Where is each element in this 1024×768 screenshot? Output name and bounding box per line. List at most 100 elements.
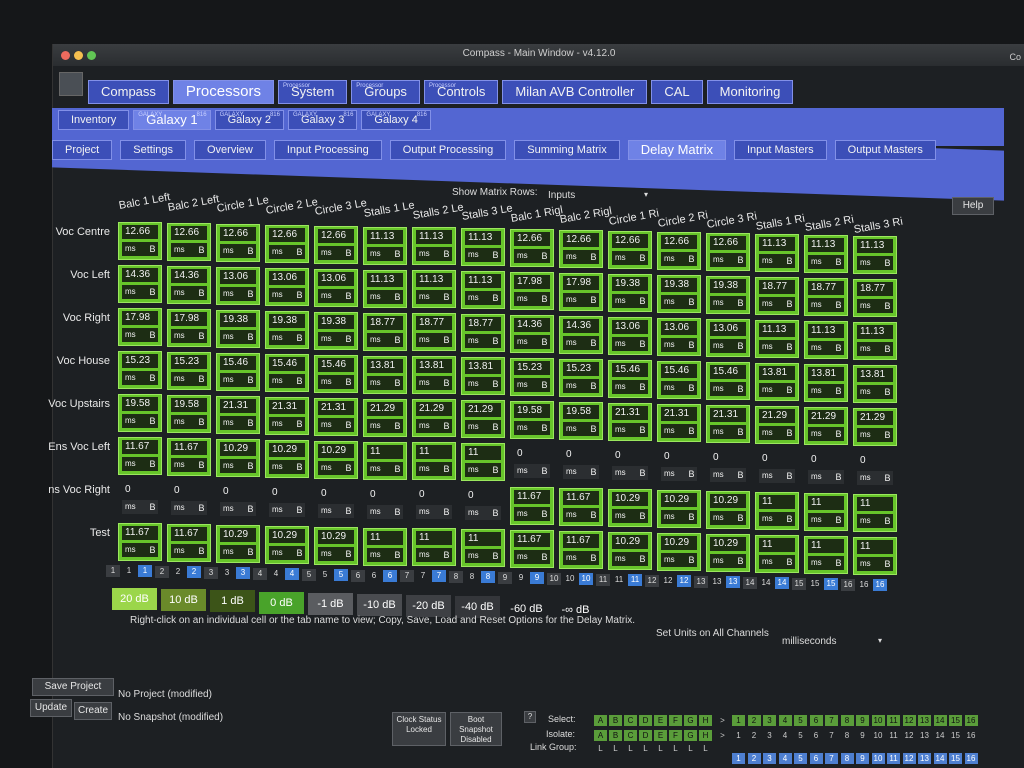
delay-cell[interactable]: 15.23 ms B <box>559 359 603 398</box>
save-project-button[interactable]: Save Project <box>32 678 114 696</box>
delay-value[interactable]: 15.46 <box>612 363 648 377</box>
delay-value[interactable]: 12.66 <box>171 225 207 240</box>
delay-cell[interactable]: 0 ms B <box>608 446 652 484</box>
delay-cell[interactable]: 12.66 ms B <box>314 225 358 264</box>
delay-cell[interactable]: 11 ms B <box>755 534 799 573</box>
delay-value[interactable]: 11.13 <box>808 237 844 252</box>
delay-value[interactable]: 13.81 <box>416 359 452 374</box>
gain-button[interactable]: 10 dB <box>161 589 206 612</box>
delay-cell[interactable]: 11.67 ms B <box>167 437 211 476</box>
delay-cell[interactable]: 19.38 ms B <box>706 275 750 314</box>
bypass-button[interactable]: B <box>392 547 403 562</box>
delay-cell[interactable]: 0 ms B <box>118 480 162 518</box>
bypass-button[interactable]: B <box>882 341 893 356</box>
device-tab-galaxy-1[interactable]: GALAXY 816 Galaxy 1 <box>133 110 211 130</box>
channel-group-number[interactable]: 8 <box>840 715 854 726</box>
channel-group-number[interactable]: 11 <box>887 715 900 726</box>
delay-value[interactable]: 21.29 <box>759 408 795 423</box>
bypass-button[interactable]: B <box>686 466 697 481</box>
delay-cell[interactable]: 10.29 ms B <box>608 489 652 527</box>
channel-group-number[interactable]: 7 <box>825 753 838 764</box>
delay-value[interactable]: 13.81 <box>808 366 844 381</box>
bypass-button[interactable]: B <box>147 328 158 342</box>
delay-value[interactable]: 0 <box>465 489 501 503</box>
delay-value[interactable]: 0 <box>416 488 452 502</box>
gain-button[interactable]: 0 dB <box>259 591 304 614</box>
bypass-button[interactable]: B <box>245 286 256 301</box>
units-select[interactable]: milliseconds ▾ <box>782 636 882 647</box>
delay-cell[interactable]: 19.58 ms B <box>510 401 554 440</box>
delay-value[interactable]: 12.66 <box>122 225 158 239</box>
delay-cell[interactable]: 13.06 ms B <box>216 266 260 305</box>
delay-value[interactable]: 11.13 <box>857 238 893 253</box>
delay-cell[interactable]: 21.31 ms B <box>706 404 750 443</box>
delay-cell[interactable]: 19.38 ms B <box>216 309 260 348</box>
delay-cell[interactable]: 21.29 ms B <box>363 398 407 437</box>
delay-value[interactable]: 11 <box>808 495 844 510</box>
channel-group-number[interactable]: 8 <box>841 730 854 741</box>
delay-cell[interactable]: 0 ms B <box>755 448 799 487</box>
bypass-button[interactable]: B <box>784 554 795 569</box>
arrow-icon[interactable]: > <box>716 730 729 741</box>
channel-group-number[interactable]: 12 <box>902 715 916 726</box>
delay-value[interactable]: 11 <box>416 531 452 546</box>
link-group-button[interactable]: L <box>639 743 652 754</box>
bypass-button[interactable]: B <box>588 465 599 480</box>
channel-select-button[interactable]: 5 <box>334 568 348 581</box>
delay-value[interactable]: 0 <box>269 486 305 500</box>
delay-cell[interactable]: 11.67 ms B <box>559 531 603 570</box>
bypass-button[interactable]: B <box>637 509 648 523</box>
delay-value[interactable]: 21.31 <box>710 407 746 422</box>
device-tab-galaxy-2[interactable]: GALAXY 816 Galaxy 2 <box>214 110 284 130</box>
select-group-button[interactable]: G <box>684 715 697 726</box>
channel-group-number[interactable]: 6 <box>809 715 823 726</box>
link-group-button[interactable]: L <box>699 743 712 754</box>
delay-value[interactable]: 18.77 <box>465 317 501 332</box>
delay-value[interactable]: 11.67 <box>171 440 207 455</box>
delay-value[interactable]: 19.38 <box>220 312 256 327</box>
delay-value[interactable]: 11.13 <box>465 231 501 246</box>
bypass-button[interactable]: B <box>392 246 403 261</box>
delay-cell[interactable]: 12.66 ms B <box>167 222 211 261</box>
delay-value[interactable]: 11 <box>416 445 452 460</box>
delay-value[interactable]: 10.29 <box>269 528 305 543</box>
channel-select-button[interactable]: 10 <box>579 573 593 586</box>
bypass-button[interactable]: B <box>147 457 158 471</box>
delay-value[interactable]: 12.66 <box>269 227 305 242</box>
delay-value[interactable]: 11 <box>759 494 795 509</box>
bypass-button[interactable]: B <box>490 248 501 263</box>
bypass-button[interactable]: B <box>686 294 697 309</box>
delay-value[interactable]: 21.29 <box>857 410 893 425</box>
channel-group-number[interactable]: 6 <box>809 753 823 764</box>
delay-value[interactable]: 13.06 <box>269 270 305 285</box>
delay-cell[interactable]: 21.31 ms B <box>265 396 309 435</box>
tab-compass[interactable]: Compass <box>88 80 169 104</box>
bypass-button[interactable]: B <box>490 377 501 392</box>
bypass-button[interactable]: B <box>343 503 354 518</box>
bypass-button[interactable]: B <box>196 328 207 343</box>
bypass-button[interactable]: B <box>196 500 207 515</box>
delay-value[interactable]: 0 <box>612 449 648 463</box>
bypass-button[interactable]: B <box>686 552 697 567</box>
delay-value[interactable]: 15.23 <box>514 361 550 376</box>
bypass-button[interactable]: B <box>833 555 844 570</box>
delay-value[interactable]: 19.38 <box>710 278 746 293</box>
channel-group-number[interactable]: 5 <box>794 753 807 764</box>
channel-group-number[interactable]: 14 <box>933 753 947 764</box>
delay-value[interactable]: 11 <box>857 496 893 511</box>
bypass-button[interactable]: B <box>245 329 256 344</box>
channel-group-number[interactable]: 3 <box>763 753 776 764</box>
bypass-button[interactable]: B <box>637 251 648 265</box>
bypass-button[interactable]: B <box>539 421 550 436</box>
delay-cell[interactable]: 11.13 ms B <box>461 228 505 267</box>
bypass-button[interactable]: B <box>539 335 550 350</box>
delay-cell[interactable]: 10.29 ms B <box>706 533 750 572</box>
delay-cell[interactable]: 19.38 ms B <box>314 311 358 350</box>
bypass-button[interactable]: B <box>196 242 207 257</box>
channel-group-number[interactable]: 1 <box>732 715 745 726</box>
delay-value[interactable]: 12.66 <box>318 228 354 243</box>
delay-value[interactable]: 15.46 <box>661 363 697 378</box>
delay-cell[interactable]: 0 ms B <box>706 447 750 486</box>
delay-cell[interactable]: 15.46 ms B <box>706 361 750 400</box>
bypass-button[interactable]: B <box>245 372 256 387</box>
